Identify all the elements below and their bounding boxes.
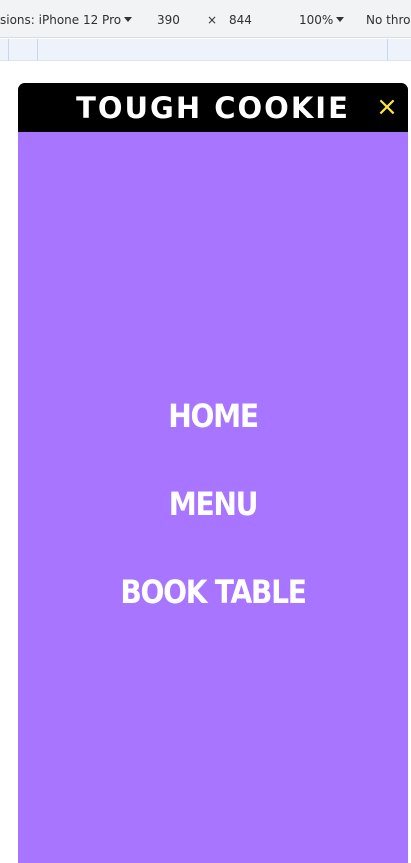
devtools-toolbar: sions: iPhone 12 Pro 390 × 844 100% No t… [0, 0, 411, 38]
close-icon[interactable]: × [374, 94, 400, 120]
ruler-tick [8, 39, 9, 61]
nav-item-book-table[interactable]: BOOK TABLE [41, 571, 384, 659]
chevron-down-icon [336, 17, 345, 22]
zoom-label: 100% [299, 13, 334, 27]
media-query-ruler [0, 39, 411, 61]
throttle-select[interactable]: No thro [366, 13, 410, 27]
chevron-down-icon [124, 17, 133, 22]
nav-item-menu[interactable]: MENU [41, 483, 384, 571]
site-header: TOUGH COOKIE × [18, 83, 408, 132]
ruler-tick [37, 39, 38, 61]
times-label: × [207, 13, 218, 27]
mobile-nav-menu: HOME MENU BOOK TABLE [18, 395, 408, 659]
device-viewport: TOUGH COOKIE × HOME MENU BOOK TABLE [18, 83, 408, 863]
device-label: sions: iPhone 12 Pro [0, 13, 122, 27]
width-field[interactable]: 390 [157, 13, 180, 27]
ruler-tick [387, 39, 388, 61]
height-field[interactable]: 844 [229, 13, 252, 27]
device-select[interactable]: sions: iPhone 12 Pro [0, 13, 133, 27]
nav-item-home[interactable]: HOME [41, 395, 384, 483]
zoom-select[interactable]: 100% [299, 13, 345, 27]
brand-logo[interactable]: TOUGH COOKIE [18, 91, 408, 125]
